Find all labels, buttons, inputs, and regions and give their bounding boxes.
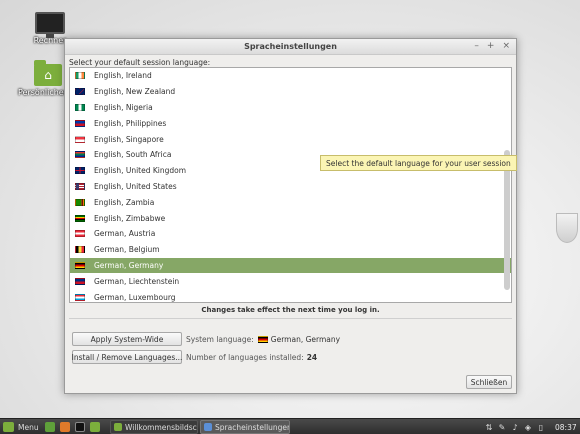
flag-us-icon [75, 182, 85, 190]
language-label: English, Zimbabwe [94, 213, 166, 223]
language-label: German, Austria [94, 229, 156, 239]
language-row[interactable]: English, Zambia [70, 194, 511, 210]
flag-ph-icon [75, 119, 85, 127]
task-button-welcome[interactable]: Willkommensbildsc... [110, 420, 198, 434]
volume-icon[interactable]: ♪ [510, 422, 520, 432]
flag-be-icon [75, 246, 85, 254]
language-label: English, United Kingdom [94, 166, 187, 176]
language-label: German, Germany [94, 260, 164, 270]
flag-li-icon [75, 277, 85, 285]
mint-logo-icon [3, 422, 14, 432]
installed-languages-count: 24 [306, 352, 318, 362]
language-row[interactable]: English, Ireland [70, 68, 511, 84]
language-row[interactable]: German, Belgium [70, 242, 511, 258]
flag-ie-icon [75, 72, 85, 80]
menu-label: Menu [18, 422, 39, 432]
divider [69, 318, 512, 319]
language-label: English, Zambia [94, 197, 155, 207]
show-desktop-icon[interactable] [45, 422, 55, 432]
flag-za-icon [75, 151, 85, 159]
system-language-info: System language: German, Germany [186, 333, 340, 345]
language-label: English, Philippines [94, 118, 167, 128]
scrollbar-thumb[interactable] [504, 150, 510, 290]
close-button[interactable]: Schließen [466, 375, 512, 389]
language-row[interactable]: German, Germany [70, 257, 511, 274]
terminal-icon[interactable] [75, 422, 85, 432]
system-language-value: German, Germany [270, 334, 341, 344]
language-row[interactable]: English, United States [70, 179, 511, 195]
window-title: Spracheinstellungen [244, 42, 337, 51]
task-label: Willkommensbildsc... [125, 422, 198, 432]
germany-flag-icon [257, 335, 268, 343]
language-row[interactable]: German, Liechtenstein [70, 273, 511, 289]
language-label: English, Nigeria [94, 102, 153, 112]
language-label: English, South Africa [94, 150, 172, 160]
language-row[interactable]: German, Luxembourg [70, 289, 511, 302]
list-scrollbar[interactable] [504, 68, 510, 302]
language-prompt: Select your default session language: [69, 58, 211, 67]
language-row[interactable]: English, New Zealand [70, 84, 511, 100]
close-icon[interactable]: × [502, 41, 510, 51]
restart-notice: Changes take effect the next time you lo… [201, 306, 380, 314]
language-row[interactable]: English, Zimbabwe [70, 210, 511, 226]
menu-button[interactable]: Menu [3, 419, 39, 434]
language-settings-window: Spracheinstellungen – + × Select your de… [64, 38, 517, 394]
language-row[interactable]: German, Austria [70, 226, 511, 242]
flag-at-icon [75, 230, 85, 238]
language-label: English, Ireland [94, 71, 152, 81]
flag-zm-icon [75, 198, 85, 206]
language-row[interactable]: English, Singapore [70, 131, 511, 147]
battery-icon[interactable]: ▯ [536, 422, 546, 432]
task-button-language-settings[interactable]: Spracheinstellungen [200, 420, 290, 434]
flag-de-icon [75, 261, 85, 269]
files-icon[interactable] [90, 422, 100, 432]
network-icon[interactable]: ⇅ [484, 422, 494, 432]
taskbar: Menu Willkommensbildsc... Spracheinstell… [0, 418, 580, 434]
apply-system-wide-button[interactable]: Apply System-Wide [72, 332, 182, 346]
language-app-icon [204, 423, 212, 431]
language-label: German, Luxembourg [94, 292, 176, 302]
task-label: Spracheinstellungen [215, 422, 290, 432]
language-tooltip: Select the default language for your use… [320, 155, 517, 171]
installed-languages-label: Number of languages installed: [186, 352, 304, 362]
home-folder-icon: ⌂ [34, 60, 62, 86]
monitor-icon [35, 12, 65, 38]
flag-ng-icon [75, 103, 85, 111]
system-language-label: System language: [186, 334, 254, 344]
installed-languages-info: Number of languages installed: 24 [186, 351, 317, 363]
install-remove-languages-button[interactable]: Install / Remove Languages... [72, 350, 182, 364]
firefox-icon[interactable] [60, 422, 70, 432]
flag-nz-icon [75, 88, 85, 96]
language-label: English, New Zealand [94, 87, 176, 97]
language-label: German, Belgium [94, 245, 160, 255]
language-label: German, Liechtenstein [94, 276, 180, 286]
language-row[interactable]: English, Philippines [70, 115, 511, 131]
flag-sg-icon [75, 135, 85, 143]
desktop-shield-decoration [556, 213, 578, 243]
language-label: English, Singapore [94, 134, 164, 144]
flag-lu-icon [75, 293, 85, 301]
update-manager-icon[interactable]: ◈ [523, 422, 533, 432]
language-list[interactable]: English, Ireland English, New Zealand Engl… [69, 67, 512, 303]
maximize-icon[interactable]: + [487, 41, 495, 51]
minimize-icon[interactable]: – [474, 41, 479, 51]
language-row[interactable]: English, Nigeria [70, 100, 511, 116]
clock[interactable]: 08:37 [555, 419, 577, 434]
settings-tray-icon[interactable]: ✎ [497, 422, 507, 432]
flag-gb-icon [75, 167, 85, 175]
language-label: English, United States [94, 181, 177, 191]
flag-zw-icon [75, 214, 85, 222]
welcome-app-icon [114, 423, 122, 431]
window-titlebar[interactable]: Spracheinstellungen – + × [65, 39, 516, 55]
